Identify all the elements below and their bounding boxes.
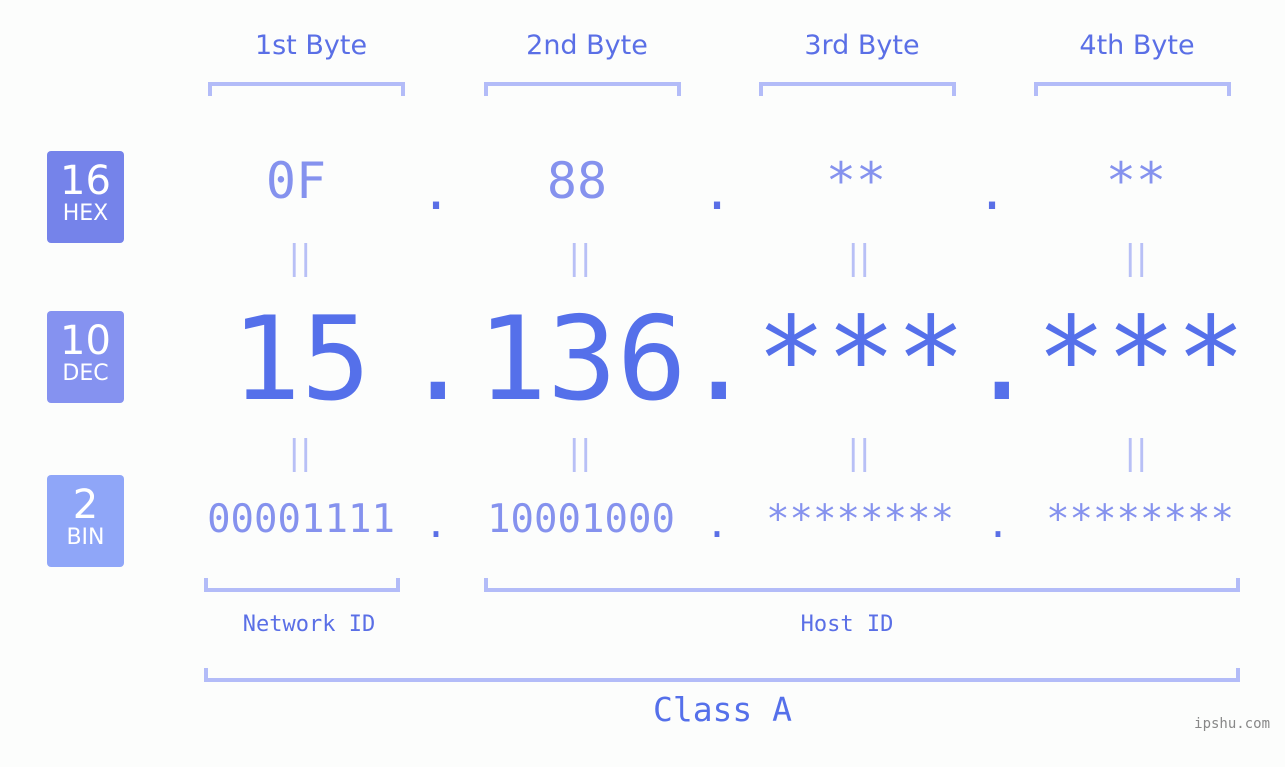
hex-separator-1: .	[421, 163, 452, 221]
hex-byte-3: **	[825, 152, 887, 210]
hex-byte-2: 88	[546, 152, 608, 210]
dec-byte-2: 136	[477, 292, 687, 427]
equals-sign: ||	[288, 238, 312, 278]
hex-base-number: 16	[60, 158, 111, 204]
byte-bracket-1	[208, 82, 405, 96]
byte-bracket-3	[759, 82, 956, 96]
bin-separator-2: .	[705, 502, 729, 547]
dec-base-number: 10	[60, 318, 111, 364]
byte-header-1: 1st Byte	[254, 30, 368, 61]
bin-byte-2: 10001000	[487, 497, 675, 542]
hex-byte-4: **	[1105, 152, 1167, 210]
equals-sign: ||	[1124, 433, 1148, 473]
equals-sign: ||	[1124, 238, 1148, 278]
class-bracket	[204, 668, 1240, 682]
bin-base-number: 2	[72, 482, 99, 528]
dec-base-label: DEC	[62, 361, 109, 386]
dec-badge: 10 DEC	[47, 311, 124, 403]
bin-separator-1: .	[424, 502, 448, 547]
network-id-bracket	[204, 578, 400, 592]
watermark: ipshu.com	[1194, 716, 1270, 732]
host-id-bracket	[484, 578, 1240, 592]
host-id-label: Host ID	[800, 612, 894, 637]
byte-header-3: 3rd Byte	[804, 30, 920, 61]
hex-separator-3: .	[977, 163, 1008, 221]
hex-separator-2: .	[702, 163, 733, 221]
network-id-label: Network ID	[242, 612, 376, 637]
bin-base-label: BIN	[66, 525, 105, 550]
class-label: Class A	[652, 690, 793, 729]
equals-sign: ||	[847, 238, 871, 278]
bin-byte-3: ********	[766, 497, 954, 542]
equals-sign: ||	[847, 433, 871, 473]
bin-badge: 2 BIN	[47, 475, 124, 567]
byte-header-4: 4th Byte	[1079, 30, 1195, 61]
equals-sign: ||	[568, 433, 592, 473]
bin-byte-1: 00001111	[207, 497, 395, 542]
equals-sign: ||	[288, 433, 312, 473]
dec-byte-1: 15	[231, 292, 371, 427]
hex-byte-1: 0F	[265, 152, 327, 210]
hex-badge: 16 HEX	[47, 151, 124, 243]
byte-bracket-4	[1034, 82, 1231, 96]
bin-byte-4: ********	[1046, 497, 1234, 542]
dec-byte-3: ***	[756, 292, 966, 427]
byte-bracket-2	[484, 82, 681, 96]
hex-base-label: HEX	[62, 201, 109, 226]
byte-header-2: 2nd Byte	[526, 30, 648, 61]
equals-sign: ||	[568, 238, 592, 278]
dec-byte-4: ***	[1036, 292, 1246, 427]
bin-separator-3: .	[986, 502, 1010, 547]
